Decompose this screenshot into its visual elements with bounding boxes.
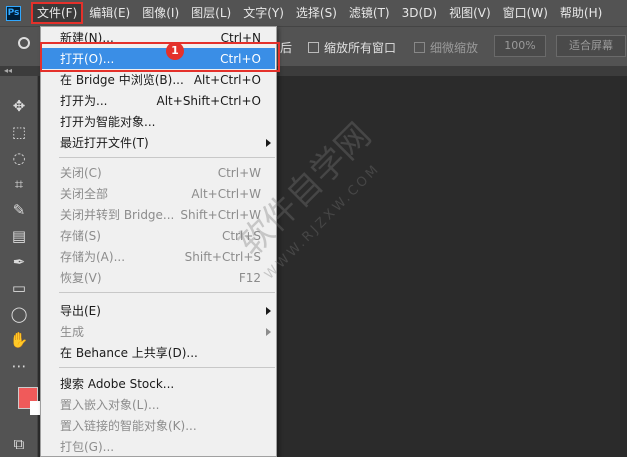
menu-item-label: 在 Bridge 中浏览(B)... <box>60 73 184 87</box>
menu-item-label: 打开为... <box>60 94 108 108</box>
menu-item-revert[interactable]: 恢复(V) F12 <box>42 267 275 288</box>
menu-item-label: 搜索 Adobe Stock... <box>60 377 175 391</box>
menu-item-shortcut: Shift+Ctrl+W <box>180 207 261 222</box>
menu-item-search-adobe-stock[interactable]: 搜索 Adobe Stock... <box>42 373 275 394</box>
menu-item-label: 存储为(A)... <box>60 250 126 264</box>
menu-item-shortcut: Alt+Ctrl+W <box>191 186 261 201</box>
more-tools-icon[interactable]: ⋯ <box>9 356 29 376</box>
menu-item-label: 关闭(C) <box>60 166 102 180</box>
menu-item-label: 导出(E) <box>60 304 101 318</box>
menu-item-place-linked[interactable]: 置入链接的智能对象(K)... <box>42 415 275 436</box>
annotation-step-badge: 1 <box>166 42 184 60</box>
ellipse-tool-icon[interactable]: ◯ <box>9 304 29 324</box>
menu-item-label: 存储(S) <box>60 229 101 243</box>
menu-separator <box>59 157 275 158</box>
menu-item-label: 关闭并转到 Bridge... <box>60 208 175 222</box>
menu-item-package[interactable]: 打包(G)... <box>42 436 275 457</box>
brush-tool-icon[interactable]: ✎ <box>9 200 29 220</box>
menu-item-shortcut: Alt+Shift+Ctrl+O <box>156 93 261 108</box>
move-tool-icon[interactable]: ✥ <box>9 96 29 116</box>
menu-item-shortcut: Ctrl+N <box>220 30 261 45</box>
photoshop-logo-icon: Ps <box>6 5 21 21</box>
resize-all-windows-label: 缩放所有窗口 <box>324 41 397 55</box>
file-menu-dropdown: 新建(N)... Ctrl+N 打开(O)... Ctrl+O 在 Bridge… <box>40 26 277 457</box>
menu-item-open-as[interactable]: 打开为... Alt+Shift+Ctrl+O <box>42 90 275 111</box>
menu-type[interactable]: 文字(Y) <box>237 2 290 24</box>
menu-item-label: 生成 <box>60 325 85 339</box>
menu-separator <box>59 367 275 368</box>
collapse-arrows-icon[interactable]: ◂◂ <box>4 66 12 76</box>
menu-item-open[interactable]: 打开(O)... Ctrl+O <box>42 48 275 69</box>
menu-3d[interactable]: 3D(D) <box>396 2 443 24</box>
menu-item-label: 打开为智能对象... <box>60 115 156 129</box>
menu-edit[interactable]: 编辑(E) <box>83 2 136 24</box>
menu-item-new[interactable]: 新建(N)... Ctrl+N <box>42 27 275 48</box>
menu-item-label: 打开(O)... <box>60 52 115 66</box>
rectangle-tool-icon[interactable]: ▭ <box>9 278 29 298</box>
menu-item-close[interactable]: 关闭(C) Ctrl+W <box>42 162 275 183</box>
scrubby-zoom-checkbox[interactable] <box>414 42 425 53</box>
menu-item-label: 置入嵌入对象(L)... <box>60 398 160 412</box>
menu-view[interactable]: 视图(V) <box>443 2 497 24</box>
lasso-tool-icon[interactable]: ◌ <box>9 148 29 168</box>
menu-item-place-embedded[interactable]: 置入嵌入对象(L)... <box>42 394 275 415</box>
menu-item-label: 在 Behance 上共享(D)... <box>60 346 198 360</box>
menu-item-save-as[interactable]: 存储为(A)... Shift+Ctrl+S <box>42 246 275 267</box>
menu-item-shortcut: Shift+Ctrl+S <box>184 249 261 264</box>
menu-window[interactable]: 窗口(W) <box>497 2 554 24</box>
menu-item-shortcut: Ctrl+W <box>217 165 261 180</box>
menu-item-shortcut: Ctrl+O <box>220 51 261 66</box>
menu-filter[interactable]: 滤镜(T) <box>343 2 396 24</box>
options-partial-text: 后 <box>280 41 293 55</box>
menu-item-label: 关闭全部 <box>60 187 109 201</box>
watermark-url: WWW.RJZXW.COM <box>262 161 384 283</box>
menu-item-open-as-smart-object[interactable]: 打开为智能对象... <box>42 111 275 132</box>
menu-layer[interactable]: 图层(L) <box>185 2 237 24</box>
menu-item-open-recent[interactable]: 最近打开文件(T) <box>42 132 275 153</box>
submenu-arrow-icon <box>266 138 271 147</box>
menu-image[interactable]: 图像(I) <box>136 2 185 24</box>
menu-help[interactable]: 帮助(H) <box>554 2 608 24</box>
menu-item-label: 置入链接的智能对象(K)... <box>60 419 197 433</box>
menu-item-shortcut: F12 <box>238 270 261 285</box>
menu-item-shortcut: Ctrl+S <box>221 228 261 243</box>
fit-screen-button[interactable]: 适合屏幕 <box>556 35 626 57</box>
menu-file[interactable]: 文件(F) <box>31 2 84 24</box>
menu-item-label: 恢复(V) <box>60 271 102 285</box>
menu-item-label: 最近打开文件(T) <box>60 136 149 150</box>
background-color-swatch[interactable] <box>30 401 40 415</box>
menu-item-save[interactable]: 存储(S) Ctrl+S <box>42 225 275 246</box>
crop-tool-icon[interactable]: ⌗ <box>9 174 29 194</box>
menu-item-share-behance[interactable]: 在 Behance 上共享(D)... <box>42 342 275 363</box>
menu-item-close-all[interactable]: 关闭全部 Alt+Ctrl+W <box>42 183 275 204</box>
tools-panel: ✥ ⬚ ◌ ⌗ ✎ ▤ ✒ ▭ ◯ ✋ ⋯ ⧉ <box>0 76 40 457</box>
pen-tool-icon[interactable]: ✒ <box>9 252 29 272</box>
menu-item-close-go-bridge[interactable]: 关闭并转到 Bridge... Shift+Ctrl+W <box>42 204 275 225</box>
scrubby-zoom-label: 细微缩放 <box>430 41 479 55</box>
menu-item-label: 打包(G)... <box>60 440 115 454</box>
menu-item-label: 新建(N)... <box>60 31 114 45</box>
submenu-arrow-icon <box>266 306 271 315</box>
gradient-tool-icon[interactable]: ▤ <box>9 226 29 246</box>
menu-select[interactable]: 选择(S) <box>290 2 343 24</box>
menu-item-export[interactable]: 导出(E) <box>42 300 275 321</box>
zoom-tool-icon[interactable] <box>18 37 30 49</box>
menu-separator <box>59 292 275 293</box>
screen-mode-icon[interactable]: ⧉ <box>9 434 29 454</box>
hand-tool-icon[interactable]: ✋ <box>9 330 29 350</box>
zoom-100-button[interactable]: 100% <box>494 35 546 57</box>
submenu-arrow-icon <box>266 327 271 336</box>
resize-all-windows-checkbox[interactable] <box>308 42 319 53</box>
menu-item-browse-in-bridge[interactable]: 在 Bridge 中浏览(B)... Alt+Ctrl+O <box>42 69 275 90</box>
menu-item-shortcut: Alt+Ctrl+O <box>193 72 261 87</box>
marquee-tool-icon[interactable]: ⬚ <box>9 122 29 142</box>
menu-bar: Ps 文件(F) 编辑(E) 图像(I) 图层(L) 文字(Y) 选择(S) 滤… <box>0 0 627 26</box>
menu-item-generate[interactable]: 生成 <box>42 321 275 342</box>
